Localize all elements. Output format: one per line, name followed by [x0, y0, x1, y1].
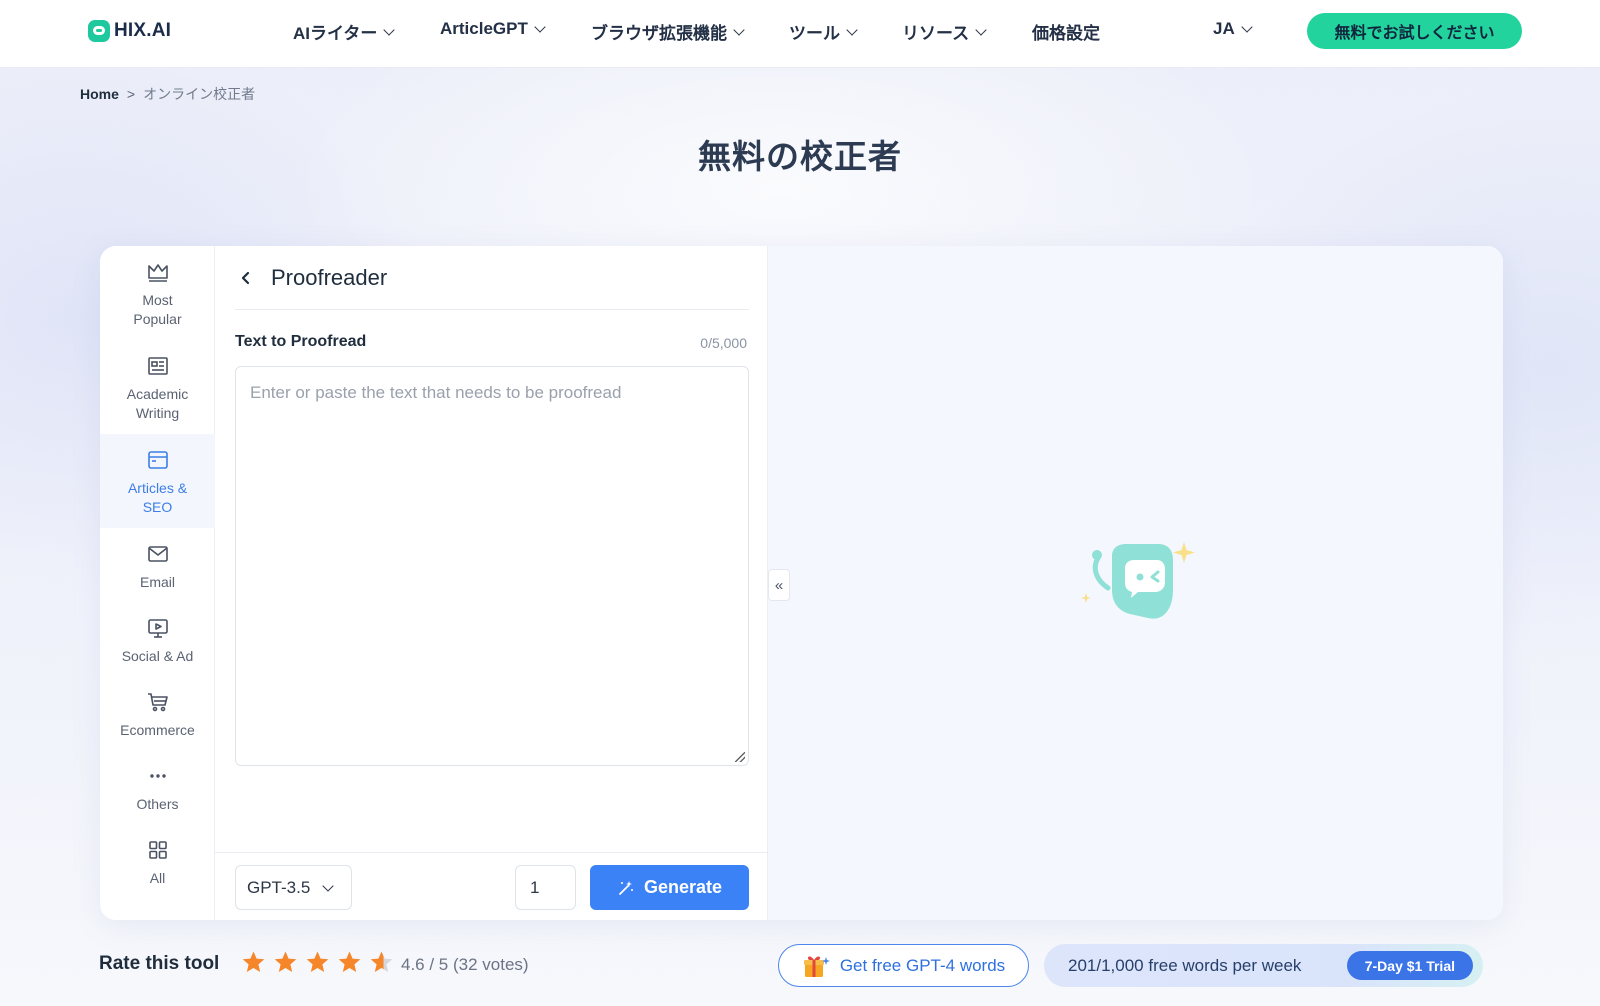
sidebar-item-label: Academic Writing: [126, 386, 189, 421]
logo[interactable]: HIX.AI: [88, 20, 171, 42]
char-counter: 0/5,000: [700, 335, 747, 351]
chevron-down-icon: [383, 23, 395, 36]
logo-icon: [88, 20, 110, 42]
proofread-text-input[interactable]: [235, 366, 749, 766]
tool-form-footer: GPT-3.5 Generate: [215, 852, 768, 920]
rating-stars[interactable]: [241, 950, 394, 975]
nav-item-pricing[interactable]: 価格設定: [1032, 19, 1100, 44]
chevron-down-icon: [733, 23, 745, 36]
category-sidebar: Most Popular Academic Writing Articles &…: [100, 246, 215, 920]
logo-text: HIX.AI: [114, 20, 172, 41]
sidebar-item-label: Others: [136, 796, 179, 812]
sidebar-item-label: Ecommerce: [120, 722, 195, 738]
rate-tool-label: Rate this tool: [99, 953, 220, 974]
tool-title: Proofreader: [271, 264, 388, 290]
browser-window-icon: [147, 451, 168, 469]
robot-mascot-illustration: [1081, 542, 1195, 619]
nav-item-resources[interactable]: リソース: [902, 19, 987, 44]
free-words-label: 201/1,000 free words per week: [1068, 955, 1302, 975]
sidebar-item-label: All: [149, 870, 166, 886]
tool-card: Most Popular Academic Writing Articles &…: [100, 246, 1503, 920]
chevron-down-icon: [846, 23, 858, 36]
tool-header: Proofreader: [235, 246, 749, 310]
breadcrumb-home-link[interactable]: Home: [80, 86, 119, 102]
rating-score: 4.6 / 5 (32 votes): [401, 955, 529, 974]
sidebar-item-label: Email: [139, 574, 175, 590]
free-trial-button[interactable]: 無料でお試しください: [1307, 13, 1522, 49]
cart-icon: [147, 693, 168, 712]
nav-item-label: AIライター: [293, 24, 378, 43]
page-title: 無料の校正者: [698, 138, 902, 175]
chevron-down-icon: [975, 23, 987, 36]
generate-button[interactable]: Generate: [590, 865, 749, 910]
text-field-label: Text to Proofread: [235, 333, 367, 350]
collapse-panel-button[interactable]: «: [768, 569, 790, 601]
top-nav: HIX.AI AIライター ArticleGPT ブラウザ拡張機能 ツール リソ…: [0, 0, 1600, 68]
model-select[interactable]: GPT-3.5: [235, 865, 352, 910]
gift-icon: [803, 956, 830, 977]
magic-wand-icon: [619, 880, 633, 895]
sidebar-item-most-popular[interactable]: Most Popular: [100, 246, 215, 340]
language-selector[interactable]: JA: [1213, 19, 1253, 39]
star-icon[interactable]: [241, 950, 266, 975]
nav-item-articlegpt[interactable]: ArticleGPT: [440, 19, 546, 39]
generate-button-label: Generate: [643, 877, 723, 897]
sidebar-item-all[interactable]: All: [100, 824, 215, 918]
free-words-counter: 201/1,000 free words per week 7-Day $1 T…: [1044, 944, 1483, 987]
output-count-input[interactable]: [515, 865, 576, 910]
star-icon[interactable]: [273, 950, 298, 975]
nav-item-browser-extension[interactable]: ブラウザ拡張機能: [591, 19, 745, 44]
tool-form-panel: Proofreader Text to Proofread 0/5,000 GP…: [215, 246, 768, 920]
chevron-down-icon: [1241, 21, 1253, 33]
back-arrow-icon[interactable]: [235, 267, 257, 289]
nav-item-label: ブラウザ拡張機能: [591, 24, 727, 43]
sidebar-item-label: Social & Ad: [121, 648, 194, 664]
nav-item-label: リソース: [902, 24, 970, 43]
chevron-down-icon: [534, 21, 546, 33]
sidebar-item-label: Articles & SEO: [127, 480, 188, 515]
crown-icon: [147, 264, 168, 282]
mail-icon: [147, 546, 168, 562]
star-icon[interactable]: [305, 950, 330, 975]
more-dots-icon: [149, 774, 166, 778]
breadcrumb: Home > オンライン校正者: [80, 84, 255, 104]
free-gpt4-words-button[interactable]: Get free GPT-4 words: [778, 944, 1029, 987]
star-icon[interactable]: [337, 950, 362, 975]
newspaper-icon: [147, 357, 168, 375]
resize-handle-icon[interactable]: [735, 752, 745, 762]
sidebar-item-label: Most Popular: [133, 292, 182, 327]
free-gpt4-words-label: Get free GPT-4 words: [839, 955, 1006, 975]
model-select-value: GPT-3.5: [247, 877, 311, 897]
language-label: JA: [1213, 19, 1235, 38]
grid-icon: [148, 841, 167, 859]
nav-item-tools[interactable]: ツール: [789, 19, 858, 44]
monitor-play-icon: [147, 619, 168, 638]
sidebar-item-articles-seo[interactable]: Articles & SEO: [100, 434, 215, 528]
trial-button[interactable]: 7-Day $1 Trial: [1346, 951, 1473, 980]
breadcrumb-separator: >: [126, 86, 136, 102]
star-icon[interactable]: [369, 950, 394, 975]
nav-item-label: ArticleGPT: [440, 19, 528, 38]
chevron-down-icon: [322, 879, 334, 892]
nav-item-ai-writer[interactable]: AIライター: [293, 19, 395, 44]
nav-item-label: 価格設定: [1032, 24, 1100, 43]
breadcrumb-current: オンライン校正者: [143, 86, 256, 102]
nav-item-label: ツール: [789, 24, 840, 43]
sidebar-item-academic-writing[interactable]: Academic Writing: [100, 340, 215, 434]
